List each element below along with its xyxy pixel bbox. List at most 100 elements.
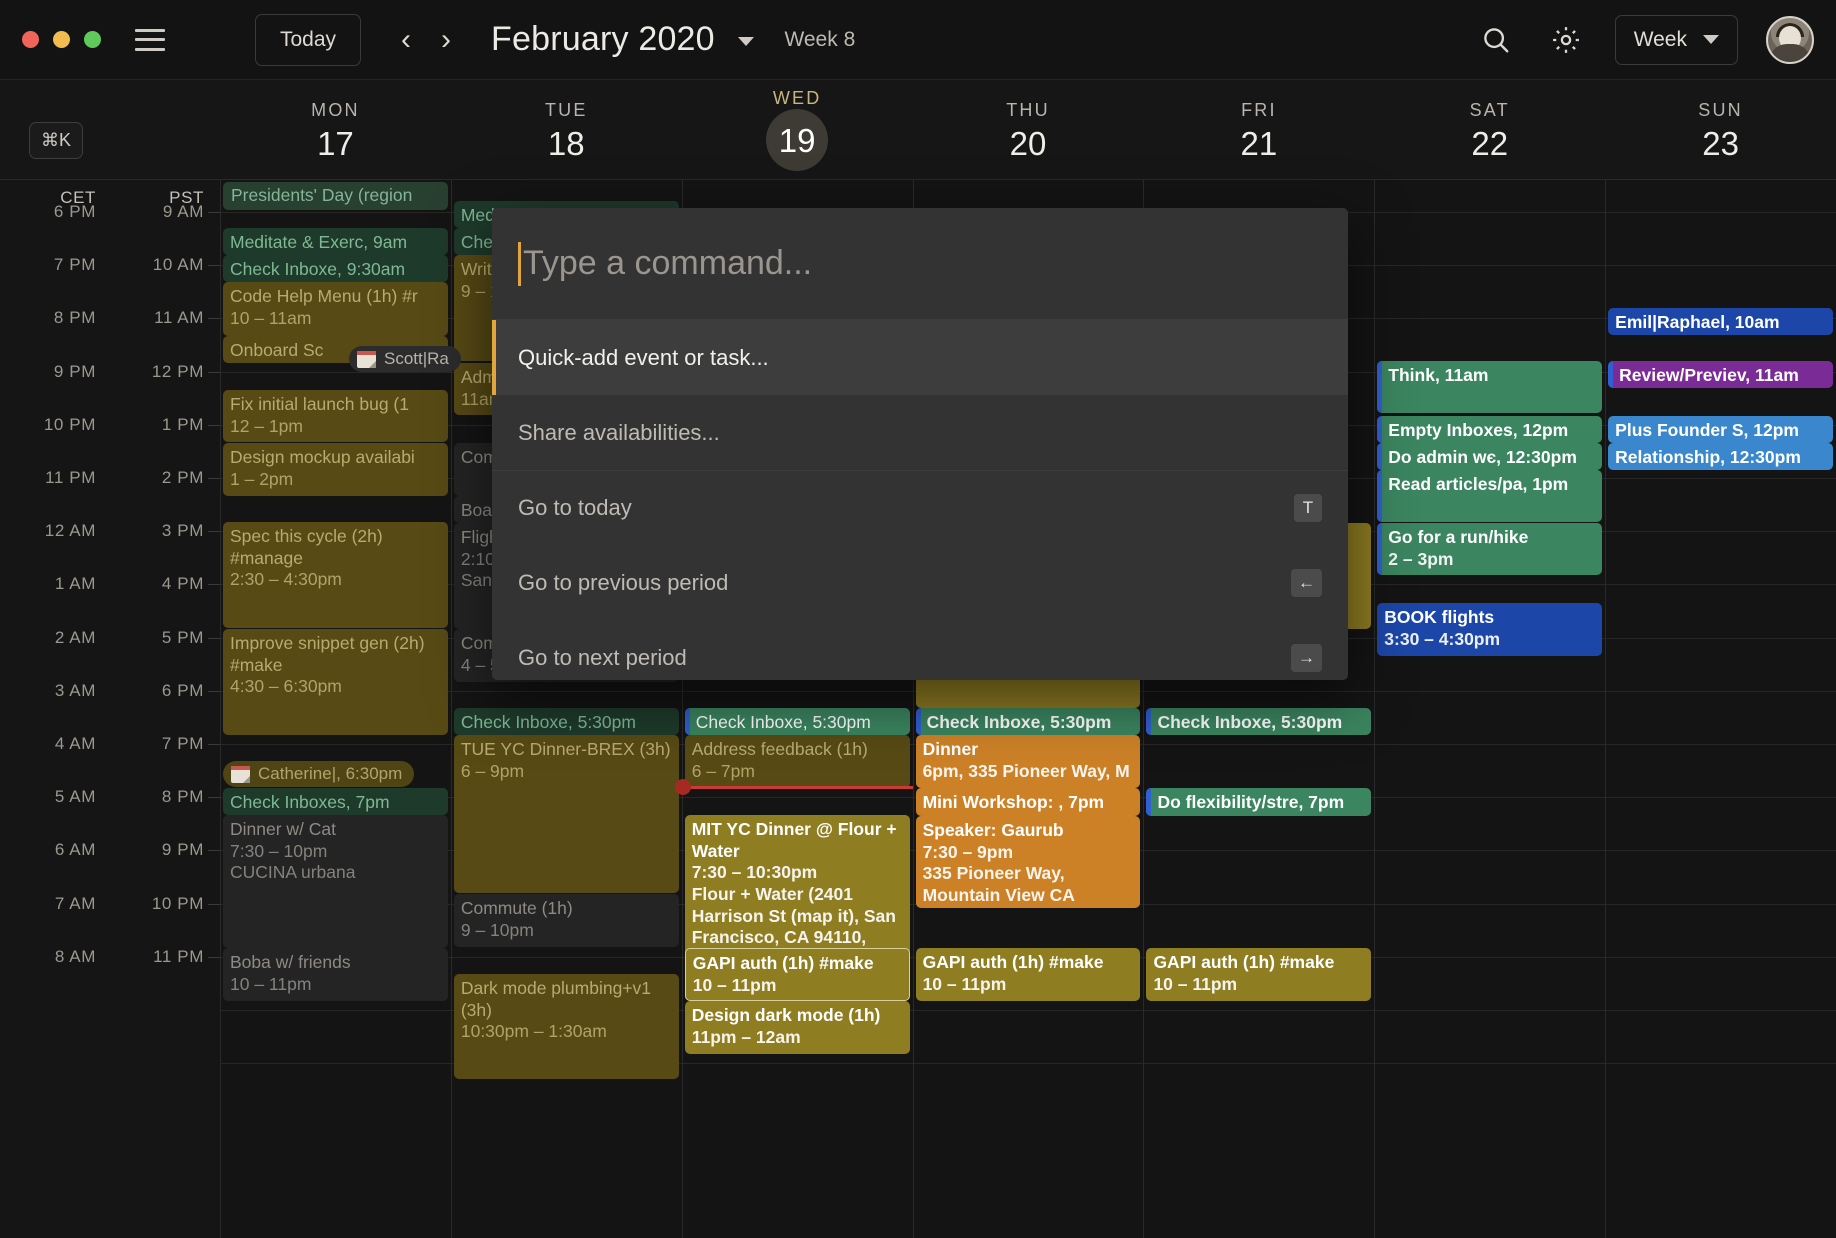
- calendar-event[interactable]: Code Help Menu (1h) #r 10 – 11am: [223, 282, 448, 336]
- command-item-share-availabilities[interactable]: Share availabilities...: [492, 395, 1348, 470]
- attendee-chip[interactable]: Catherine|, 6:30pm: [223, 761, 415, 787]
- event-title: Dinner: [922, 739, 979, 759]
- event-subtitle: 3:30 – 4:30pm: [1384, 628, 1501, 649]
- day-column-sat[interactable]: Think, 11am Empty Inboxes, 12pm Do admin w…: [1374, 180, 1606, 1238]
- calendar-event[interactable]: Meditate & Exerc, 9am: [223, 228, 448, 255]
- hour-gridline: [1606, 956, 1836, 958]
- calendar-event[interactable]: Check Inboxe, 5:30pm: [915, 708, 1141, 735]
- today-button[interactable]: Today: [255, 13, 362, 66]
- close-button[interactable]: [22, 31, 39, 48]
- hour-gridline: [1144, 690, 1375, 692]
- previous-period-button[interactable]: ‹: [389, 19, 423, 61]
- calendar-event[interactable]: Design dark mode (1h) 11pm – 12am: [684, 1001, 910, 1054]
- calendar-event[interactable]: Do flexibility/strе, 7pm: [1146, 788, 1372, 816]
- next-period-button[interactable]: ›: [429, 19, 463, 61]
- calendar-event[interactable]: Spec this cycle (2h) #manage 2:30 – 4:30p…: [223, 522, 448, 628]
- day-number: 18: [547, 124, 585, 162]
- attendee-chip[interactable]: Scott|Ra: [349, 346, 461, 372]
- gear-icon[interactable]: [1545, 19, 1587, 61]
- command-input-row[interactable]: Type a command...: [492, 208, 1348, 320]
- event-color-bar: [1608, 361, 1614, 388]
- day-column-mon[interactable]: Presidents' Day (region Meditate & Exerc,…: [220, 180, 461, 1238]
- calendar-event[interactable]: Read articles/pa, 1pm: [1377, 470, 1603, 522]
- calendar-event[interactable]: Do admin wє, 12:30pm: [1377, 443, 1603, 470]
- hour-label-cet: 10 PM: [43, 414, 96, 434]
- command-palette-shortcut[interactable]: ⌘K: [29, 122, 84, 159]
- avatar[interactable]: [1766, 15, 1814, 64]
- calendar-event[interactable]: Boba w/ friends 10 – 11pm: [223, 948, 448, 1001]
- day-of-week-label: WED: [772, 88, 822, 108]
- calendar-event[interactable]: Design mockup availabi 1 – 2pm: [223, 443, 448, 496]
- month-title[interactable]: February 2020: [491, 20, 755, 59]
- calendar-event[interactable]: Address feedback (1h) 6 – 7pm: [684, 735, 910, 788]
- day-header-wed[interactable]: WED 19: [682, 80, 913, 179]
- hour-gridline: [1375, 903, 1606, 905]
- event-title: Fix initial launch bug (1: [230, 394, 409, 414]
- calendar-event[interactable]: TUE YC Dinner-BREX (3h) 6 – 9pm: [453, 735, 679, 893]
- view-select[interactable]: Week: [1614, 14, 1738, 65]
- day-header-sat[interactable]: SAT 22: [1374, 80, 1605, 179]
- day-number: 19: [766, 109, 829, 171]
- hour-label-pst: 2 PM: [161, 468, 204, 487]
- calendar-event[interactable]: GAPI auth (1h) #make 10 – 11pm: [684, 948, 910, 1001]
- calendar-event[interactable]: Think, 11am: [1377, 361, 1603, 413]
- hour-gridline: [682, 690, 913, 692]
- event-title: Design dark mode (1h): [691, 1005, 881, 1025]
- calendar-event[interactable]: Check Inboxe, 5:30pm: [453, 708, 679, 735]
- day-number: 17: [317, 124, 354, 162]
- day-header-mon[interactable]: MON 17: [220, 80, 451, 179]
- calendar-event[interactable]: Check Inboxe, 5:30pm: [1146, 708, 1372, 735]
- hour-tick: [208, 212, 220, 213]
- day-number: 23: [1702, 124, 1739, 162]
- calendar-event[interactable]: Commute (1h) 9 – 10pm: [453, 894, 679, 947]
- day-header-tue[interactable]: TUE 18: [451, 80, 682, 179]
- command-item-go-to-next-period[interactable]: Go to next period →: [492, 620, 1348, 680]
- calendar-event[interactable]: GAPI auth (1h) #make 10 – 11pm: [1146, 948, 1372, 1001]
- calendar-event[interactable]: Mini Workshop: , 7pm: [915, 788, 1141, 816]
- day-column-sun[interactable]: Emil|Raphael, 10am Review/Previev, 11am Pl…: [1605, 180, 1836, 1238]
- event-title: Review/Previev, 11am: [1619, 365, 1799, 385]
- calendar-event[interactable]: Check Inboxe, 9:30am: [223, 255, 448, 282]
- calendar-event[interactable]: Speaker: Gaurub 7:30 – 9pm 335 Pioneer Way…: [915, 816, 1141, 908]
- calendar-event[interactable]: Improve snippet gen (2h) #make 4:30 – 6:3…: [223, 629, 448, 735]
- day-header-thu[interactable]: THU 20: [913, 80, 1144, 179]
- hamburger-icon[interactable]: [135, 28, 165, 51]
- calendar-event[interactable]: Fix initial launch bug (1 12 – 1pm: [223, 390, 448, 442]
- calendar-event[interactable]: Emil|Raphael, 10am: [1608, 308, 1834, 335]
- all-day-event[interactable]: Presidents' Day (region: [223, 182, 448, 210]
- calendar-event[interactable]: Check Inboxe, 5:30pm: [684, 708, 910, 735]
- command-item-quick-add-event-or-task[interactable]: Quick-add event or task...: [492, 320, 1348, 395]
- calendar-event[interactable]: Dinner 6pm, 335 Pioneer Way, M: [915, 735, 1141, 788]
- day-header-sun[interactable]: SUN 23: [1605, 80, 1836, 179]
- calendar-event[interactable]: Dark mode plumbing+v1 (3h) 10:30pm – 1:30…: [453, 974, 679, 1079]
- event-subtitle: 10:30pm – 1:30am: [460, 1021, 607, 1042]
- note-icon: [231, 765, 250, 783]
- calendar-event[interactable]: Relationship, 12:30pm: [1608, 443, 1834, 470]
- zoom-button[interactable]: [84, 31, 101, 48]
- command-item-go-to-today[interactable]: Go to today T: [492, 470, 1348, 545]
- calendar-event[interactable]: Empty Inboxes, 12pm: [1377, 416, 1603, 443]
- search-icon[interactable]: [1475, 19, 1517, 61]
- event-title: Think, 11am: [1388, 365, 1489, 385]
- day-header-fri[interactable]: FRI 21: [1143, 80, 1374, 179]
- hour-tick: [208, 956, 220, 958]
- calendar-event[interactable]: Check Inboxes, 7pm: [223, 788, 448, 815]
- hour-gridline: [451, 690, 682, 692]
- hour-gridline: [1606, 584, 1836, 586]
- command-palette[interactable]: Type a command... Quick-add event or tas…: [492, 208, 1348, 680]
- command-item-go-to-previous-period[interactable]: Go to previous period ←: [492, 545, 1348, 620]
- calendar-event[interactable]: Dinner w/ Cat 7:30 – 10pm CUCINA urbana: [223, 815, 448, 948]
- calendar-event[interactable]: BOOK flights 3:30 – 4:30pm: [1377, 603, 1603, 656]
- hour-tick: [208, 903, 220, 905]
- calendar-event[interactable]: Review/Previev, 11am: [1608, 361, 1834, 388]
- calendar-event[interactable]: GAPI auth (1h) #make 10 – 11pm: [915, 948, 1141, 1001]
- hour-label-row: 8 AM 11 PM: [0, 947, 220, 967]
- calendar-event[interactable]: Go for a run/hike 2 – 3pm: [1377, 523, 1603, 575]
- calendar-event[interactable]: Plus Founder S, 12pm: [1608, 416, 1834, 443]
- minimize-button[interactable]: [53, 31, 70, 48]
- event-color-bar: [1146, 708, 1152, 735]
- event-subtitle: 6 – 9pm: [460, 760, 525, 781]
- event-color-bar: [684, 708, 690, 735]
- hour-gridline: [1375, 584, 1606, 586]
- event-subtitle: 10 – 11pm: [230, 973, 312, 994]
